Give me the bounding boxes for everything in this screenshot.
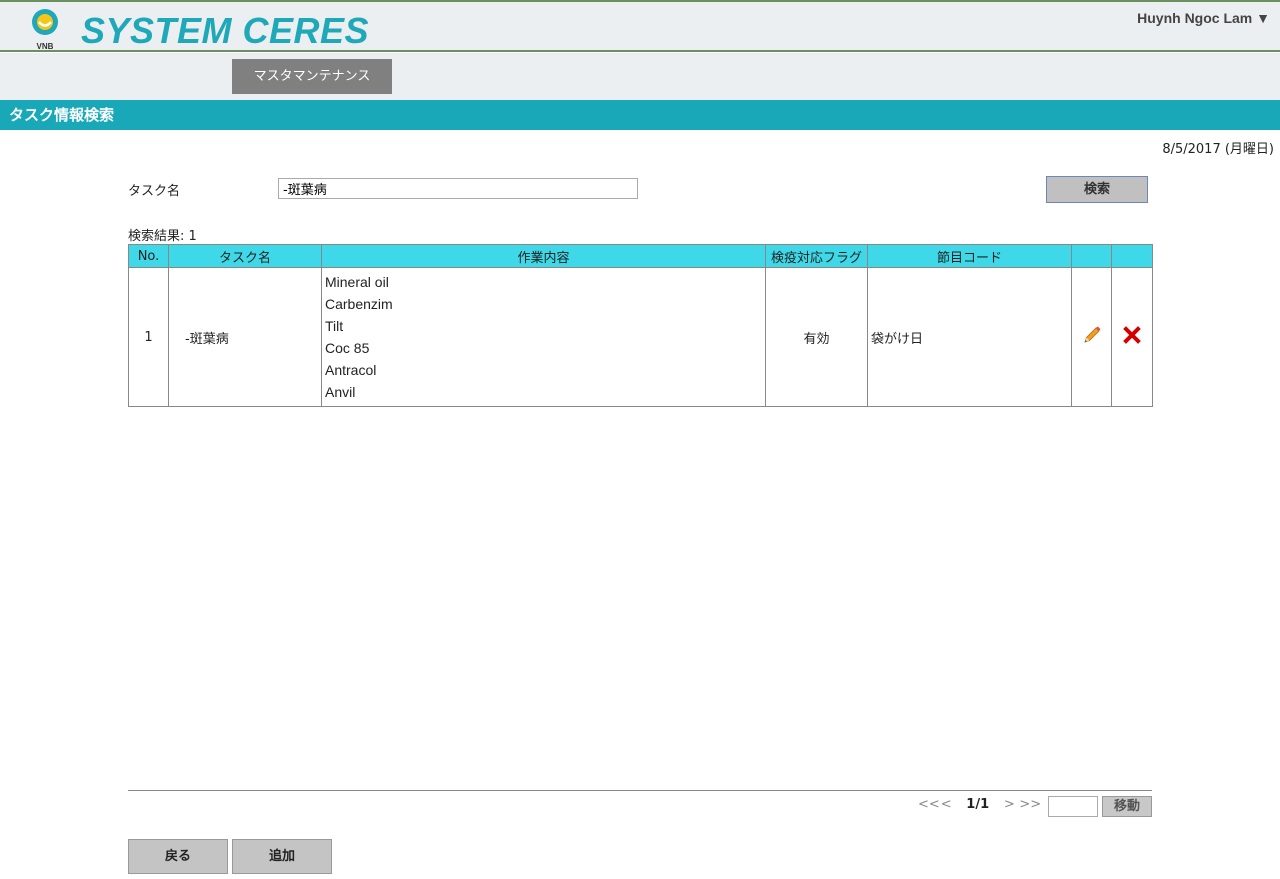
task-name-input[interactable] [278, 178, 638, 199]
pager-divider [128, 790, 1152, 791]
first-page-button[interactable]: << [918, 797, 940, 812]
table-header-row: No. タスク名 作業内容 検疫対応フラグ 節目コード [128, 244, 1153, 268]
page-title: タスク情報検索 [0, 100, 1280, 130]
app-header: VNB SYSTEM CERES Huynh Ngoc Lam ▼ [0, 0, 1280, 52]
column-header-milestone-code: 節目コード [867, 244, 1072, 268]
work-item: Tilt [325, 318, 344, 334]
pencil-icon[interactable] [1082, 325, 1102, 345]
last-page-button[interactable]: >> [1019, 797, 1041, 812]
table-row: 1 -斑葉病 Mineral oil Carbenzim Tilt Coc 85… [128, 267, 1153, 407]
result-count: 検索結果: 1 [128, 229, 197, 244]
column-header-edit [1071, 244, 1112, 268]
row-work-content: Mineral oil Carbenzim Tilt Coc 85 Antrac… [321, 267, 766, 407]
delete-button[interactable] [1111, 267, 1153, 407]
column-header-delete [1111, 244, 1153, 268]
search-button[interactable]: 検索 [1046, 176, 1148, 203]
task-name-label: タスク名 [128, 184, 181, 199]
row-number: 1 [128, 267, 169, 407]
row-quarantine-flag: 有効 [765, 267, 868, 407]
navbar: マスタマンテナンス [0, 53, 1280, 100]
delete-x-icon[interactable] [1123, 326, 1141, 344]
vnb-logo: VNB [32, 9, 58, 51]
svg-text:VNB: VNB [37, 42, 54, 51]
add-button[interactable]: 追加 [232, 839, 332, 874]
row-task-name: -斑葉病 [168, 267, 322, 407]
column-header-no: No. [128, 244, 169, 268]
row-milestone-code: 袋がけ日 [867, 267, 1072, 407]
work-item: Antracol [325, 362, 377, 378]
work-item: Carbenzim [325, 296, 393, 312]
column-header-task-name: タスク名 [168, 244, 322, 268]
column-header-quarantine-flag: 検疫対応フラグ [765, 244, 868, 268]
pagination: << < 1/1 > >> [918, 797, 1041, 817]
column-header-work-content: 作業内容 [321, 244, 766, 268]
work-item: Mineral oil [325, 274, 389, 290]
page-number-input[interactable] [1048, 796, 1098, 817]
app-title: SYSTEM CERES [81, 10, 370, 51]
work-item: Anvil [325, 384, 356, 400]
user-menu[interactable]: Huynh Ngoc Lam ▼ [1137, 10, 1270, 26]
current-date: 8/5/2017 (月曜日) [1162, 142, 1274, 157]
back-button[interactable]: 戻る [128, 839, 228, 874]
prev-page-button[interactable]: < [940, 797, 952, 812]
master-maintenance-button[interactable]: マスタマンテナンス [232, 59, 392, 94]
results-table: No. タスク名 作業内容 検疫対応フラグ 節目コード 1 -斑葉病 Miner… [128, 244, 1153, 407]
current-page: 1/1 [966, 797, 990, 812]
go-to-page-button[interactable]: 移動 [1102, 796, 1152, 817]
next-page-button[interactable]: > [1003, 797, 1015, 812]
work-item: Coc 85 [325, 340, 370, 356]
edit-button[interactable] [1071, 267, 1112, 407]
